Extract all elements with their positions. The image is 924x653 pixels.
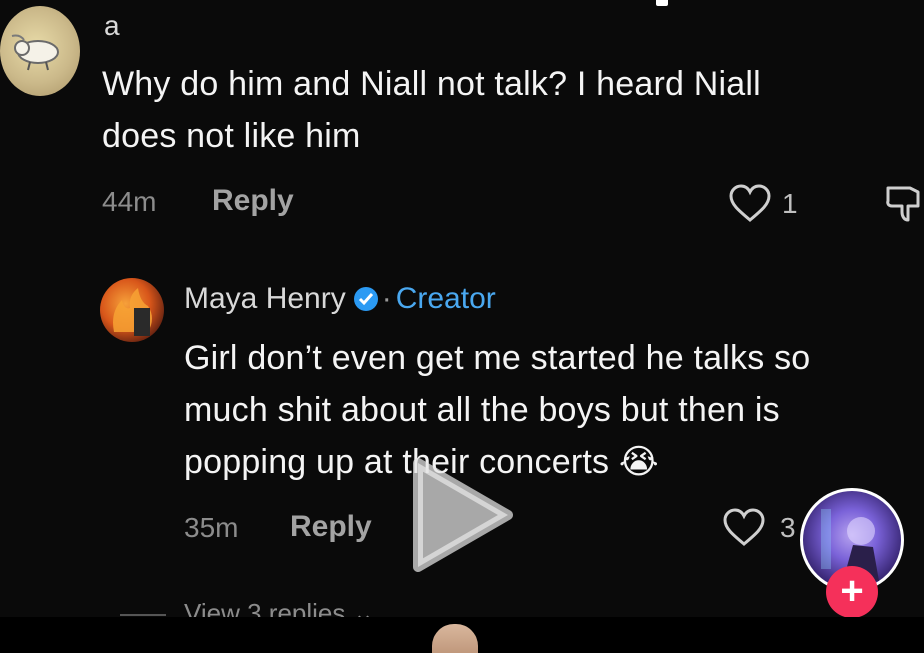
heart-outline-icon[interactable] [722,508,766,548]
crying-emoji: 😭 [618,443,659,481]
comment-text: Girl don’t even get me started he talks … [184,332,924,488]
creator-badge: Creator [395,282,496,315]
comment-text-line: Why do him and Niall not talk? I heard N… [102,65,761,103]
reply-button[interactable]: Reply [290,510,372,544]
avatar-commenter-a[interactable] [0,6,80,96]
fire-avatar-icon [113,288,152,336]
comment-username[interactable]: a [104,10,120,42]
play-icon[interactable] [408,455,518,575]
like-count: 1 [782,188,798,219]
comment-text-segment: popping up at their concerts [184,443,610,481]
comment-text-line: much shit about all the boys but then is [184,391,780,429]
comment-text: Why do him and Niall not talk? I heard N… [102,58,761,162]
comment-text-line: popping up at their concerts 😭 [184,436,924,488]
view-replies-divider [120,614,166,616]
separator-dot: · [381,282,392,315]
comment-text-line: does not like him [102,117,361,155]
heart-outline-icon[interactable] [728,184,772,224]
like-count: 3 [780,512,796,543]
verified-icon [353,287,378,311]
thumbs-down-icon[interactable] [884,182,924,224]
reply-button[interactable]: Reply [212,184,294,218]
top-indicator [656,0,668,6]
sheep-avatar-icon [11,34,59,71]
avatar-maya-henry[interactable] [100,278,164,342]
comment-text-line: Girl don’t even get me started he talks … [184,339,811,377]
creator-line: Maya Henry · Creator [184,282,496,316]
comment-time: 44m [102,186,157,217]
comment-time: 35m [184,512,239,543]
comment-username[interactable]: Maya Henry [184,282,346,315]
follow-plus-button[interactable]: + [826,566,878,618]
